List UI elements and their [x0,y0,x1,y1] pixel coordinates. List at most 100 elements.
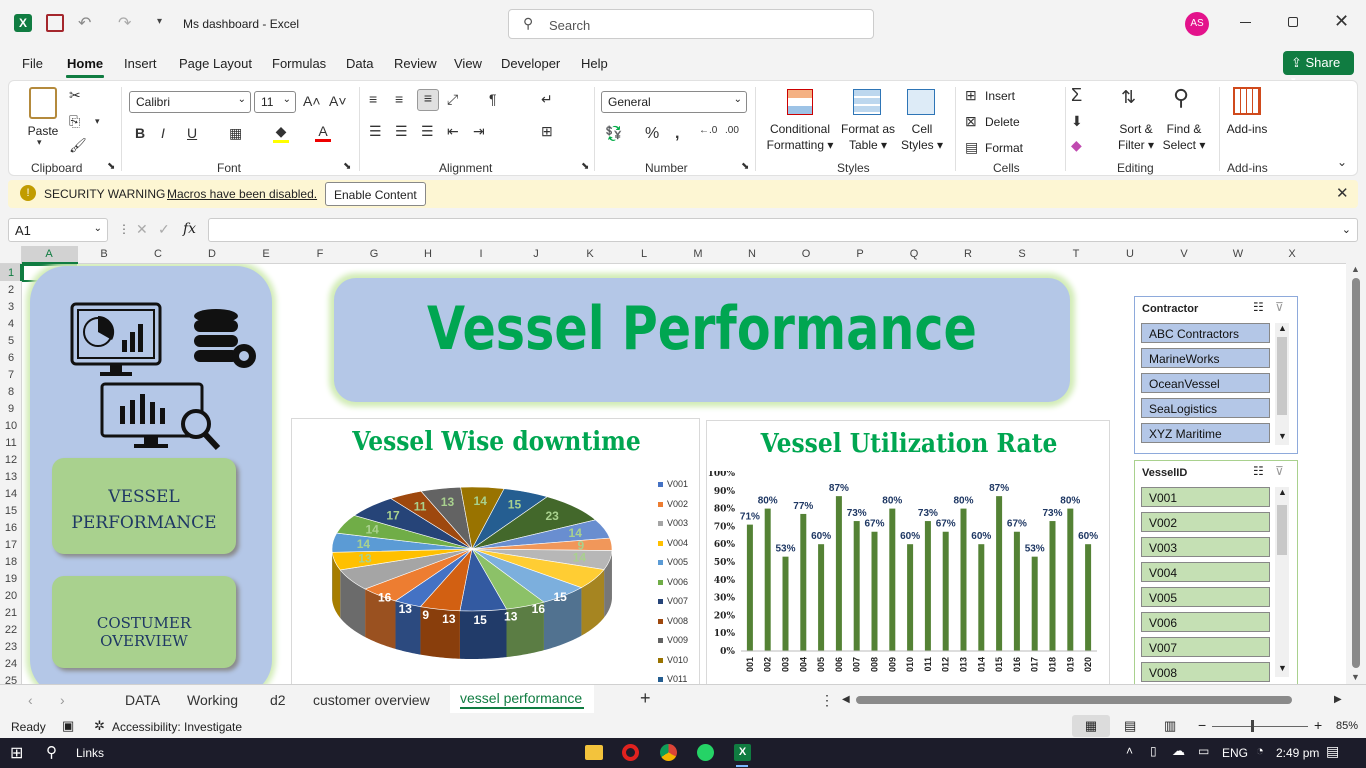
decrease-decimal-icon[interactable]: .00 [725,125,739,136]
conditional-formatting-button[interactable]: Conditional Formatting ▾ [765,121,835,153]
conditional-formatting-icon[interactable] [787,89,813,115]
sheet-tab-data[interactable]: DATA [125,692,160,708]
zoom-slider-thumb[interactable] [1251,720,1254,732]
scroll-up-icon[interactable]: ▲ [1351,264,1360,274]
align-left-icon[interactable]: ☰ [369,123,382,140]
increase-decimal-icon[interactable]: ←.0 [699,125,717,136]
cut-icon[interactable]: ✂ [69,87,81,104]
excel-taskbar-icon[interactable]: X [734,744,751,761]
worksheet[interactable]: VESSEL PERFORMANCE COSTUMER OVERVIEW Vess… [22,264,1346,684]
zoom-slider[interactable] [1212,726,1308,727]
row-header[interactable]: 15 [0,505,22,517]
contractor-item[interactable]: SeaLogistics [1141,398,1270,418]
paste-button[interactable]: Paste [23,123,63,139]
cloud-icon[interactable]: ☁ [1172,743,1185,759]
battery-icon[interactable]: ▭ [1198,744,1209,758]
dialog-launcher-icon[interactable]: ⬊ [741,161,749,172]
currency-icon[interactable]: 💱 [605,125,622,142]
chevron-down-icon[interactable]: ▼ [1278,663,1287,673]
column-header[interactable]: F [310,248,330,260]
enter-icon[interactable]: ✓ [158,221,170,238]
text-direction-icon[interactable]: ¶ [489,91,497,107]
delete-cells-icon[interactable]: ⊠ [965,113,977,130]
menu-home[interactable]: Home [67,56,103,71]
name-box[interactable]: A1 ⌄ [8,218,108,242]
minimize-icon[interactable] [1240,22,1251,23]
column-header[interactable]: D [202,248,222,260]
contractor-item[interactable]: XYZ Maritime [1141,423,1270,443]
row-header[interactable]: 23 [0,641,22,653]
row-header[interactable]: 6 [0,352,22,364]
next-sheet-icon[interactable]: › [60,692,65,708]
notification-icon[interactable]: ▤ [1326,743,1339,760]
chevron-down-icon[interactable]: ▼ [1278,431,1287,441]
copy-chevron-icon[interactable]: ▾ [95,116,100,127]
expand-formula-icon[interactable]: ⌄ [1342,223,1351,236]
sort-filter-icon[interactable]: ⇅ [1121,87,1136,108]
row-header[interactable]: 16 [0,522,22,534]
scroll-thumb[interactable] [1277,337,1287,415]
font-size-select[interactable]: 11 ⌄ [254,91,296,113]
font-name-select[interactable]: Calibri ⌄ [129,91,251,113]
normal-view-icon[interactable]: ▦ [1072,715,1110,737]
contractor-item[interactable]: ABC Contractors [1141,323,1270,343]
menu-data[interactable]: Data [346,56,373,71]
clear-filter-icon[interactable]: ⊽ [1275,300,1284,314]
orientation-icon[interactable]: ⤢ [447,91,458,108]
menu-developer[interactable]: Developer [501,56,560,71]
row-header[interactable]: 7 [0,369,22,381]
customize-qat-icon[interactable]: ▾ [157,16,162,27]
more-icon[interactable]: ⋮ [820,692,834,709]
cell-styles-button[interactable]: Cell Styles ▾ [899,121,945,153]
contractor-slicer[interactable]: Contractor ☷ ⊽ ABC Contractors MarineWor… [1134,296,1298,454]
undo-icon[interactable]: ↶ [78,13,91,33]
column-header[interactable]: G [364,248,384,260]
share-button[interactable]: ⇪ Share ▾ [1283,51,1354,85]
row-header[interactable]: 17 [0,539,22,551]
scroll-down-icon[interactable]: ▼ [1351,672,1360,682]
menu-formulas[interactable]: Formulas [272,56,326,71]
chevron-up-icon[interactable]: ˄ [1126,744,1133,758]
menu-file[interactable]: File [22,56,43,71]
language-indicator[interactable]: ENG [1222,746,1248,760]
vessel-performance-nav-button[interactable]: VESSEL PERFORMANCE [52,458,236,554]
format-cells-icon[interactable]: ▤ [965,139,978,156]
wifi-icon[interactable]: ◔ [1256,743,1264,758]
file-explorer-icon[interactable] [585,745,603,760]
sheet-tab-d2[interactable]: d2 [270,692,286,708]
scroll-right-icon[interactable]: ▶ [1334,694,1342,705]
format-as-table-button[interactable]: Format as Table ▾ [835,121,901,153]
avatar[interactable]: AS [1185,12,1209,36]
close-icon[interactable]: ✕ [1334,11,1349,32]
row-header[interactable]: 14 [0,488,22,500]
contractor-item[interactable]: MarineWorks [1141,348,1270,368]
cancel-icon[interactable]: ✕ [136,221,148,238]
zoom-level[interactable]: 85% [1336,720,1358,732]
vessel-item[interactable]: V008 [1141,662,1270,682]
row-header[interactable]: 4 [0,318,22,330]
clear-filter-icon[interactable]: ⊽ [1275,464,1284,478]
vessel-item[interactable]: V004 [1141,562,1270,582]
align-bottom-icon[interactable]: ≡ [417,89,439,111]
accessibility-icon[interactable]: ✲ [94,718,105,734]
contractor-slicer-scrollbar[interactable]: ▲ ▼ [1275,323,1289,445]
autosum-icon[interactable]: Σ [1071,85,1082,106]
column-header[interactable]: Q [904,248,924,260]
row-header[interactable]: 21 [0,607,22,619]
wrap-text-icon[interactable]: ↵ [541,91,553,108]
align-top-icon[interactable]: ≡ [369,91,377,107]
insert-cells-button[interactable]: Insert [985,88,1015,104]
row-header[interactable]: 22 [0,624,22,636]
page-layout-view-icon[interactable]: ▤ [1124,718,1136,734]
increase-font-icon[interactable]: A˄ [303,93,321,109]
fill-icon[interactable]: ⬇ [1071,113,1083,130]
clock[interactable]: 2:49 pm [1276,746,1319,760]
menu-insert[interactable]: Insert [124,56,157,71]
macro-record-icon[interactable]: ▣ [62,718,74,734]
chevron-up-icon[interactable]: ▲ [1278,487,1287,497]
scroll-left-icon[interactable]: ◀ [842,694,850,705]
windows-start-icon[interactable]: ⊞ [10,743,23,763]
row-header[interactable]: 2 [0,284,22,296]
decrease-indent-icon[interactable]: ⇤ [447,123,459,140]
comma-icon[interactable]: , [675,125,679,143]
